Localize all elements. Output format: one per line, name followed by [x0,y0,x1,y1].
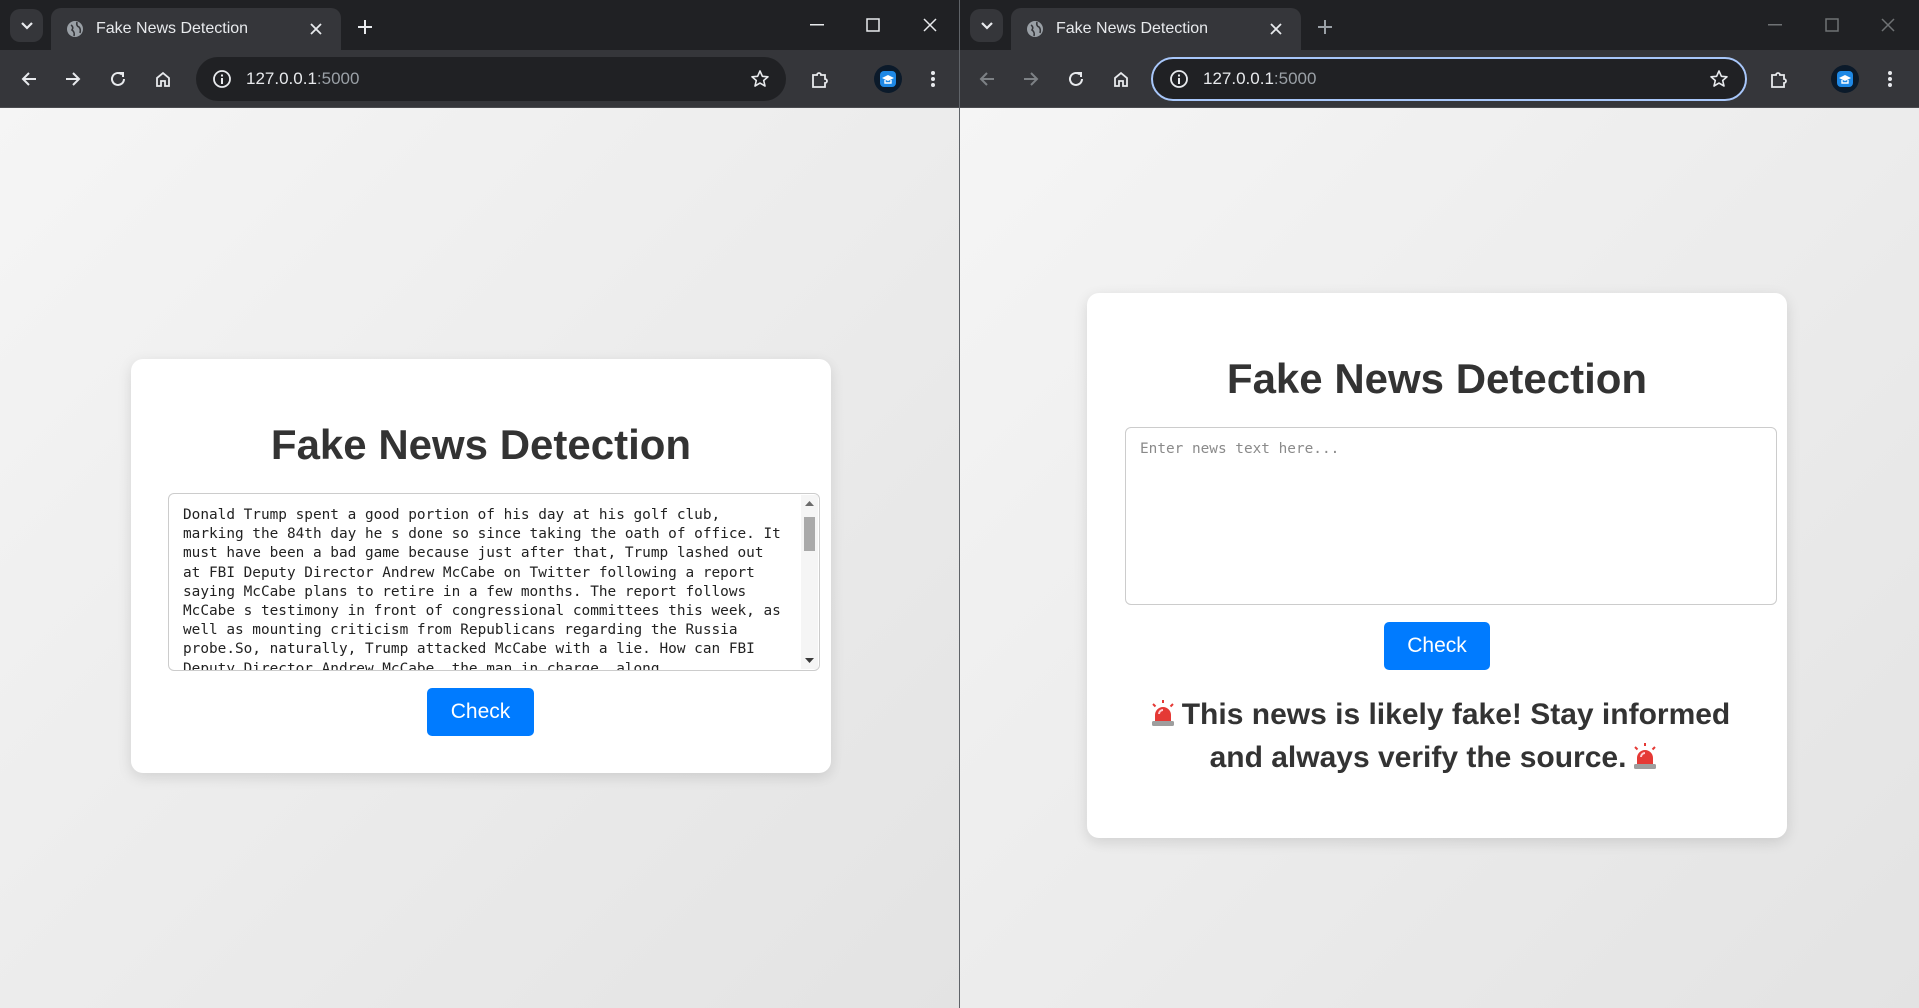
minimize-icon [1768,24,1782,26]
address-bar[interactable]: 127.0.0.1:5000 [196,57,786,101]
detection-card: Fake News Detection Donald Trump spent a… [131,359,831,773]
url-port: :5000 [316,69,360,88]
reload-icon [1069,71,1083,86]
info-icon[interactable] [202,59,242,99]
check-button[interactable]: Check [1384,622,1490,670]
textarea-scrollbar[interactable] [801,495,818,669]
close-icon[interactable] [1265,18,1287,40]
tab-search-button[interactable] [970,9,1003,42]
home-icon [156,71,170,87]
news-textarea[interactable]: Donald Trump spent a good portion of his… [168,493,820,671]
graduation-cap-icon [880,71,896,87]
arrow-right-icon [1024,72,1039,86]
reload-button[interactable] [1059,62,1093,96]
graduation-cap-icon [1837,71,1853,87]
tab-search-button[interactable] [10,9,43,42]
arrow-left-icon [21,72,36,86]
screen: Fake News Detection 127.0.0.1:5000 Fake … [0,0,1919,1008]
scroll-down-icon[interactable] [801,653,818,669]
forward-button[interactable] [56,62,90,96]
chevron-down-icon [980,21,993,30]
close-icon [1881,18,1895,32]
tab-active[interactable]: Fake News Detection [51,8,341,50]
url-text: 127.0.0.1:5000 [242,69,740,89]
minimize-button[interactable] [1753,8,1797,42]
maximize-button[interactable] [1810,8,1854,42]
browser-toolbar: 127.0.0.1:5000 [960,50,1919,108]
tab-title: Fake News Detection [96,20,249,37]
puzzle-icon [812,72,828,88]
back-button[interactable] [12,62,46,96]
minimize-icon [810,24,824,26]
globe-icon [65,20,84,39]
star-icon[interactable] [1699,59,1739,99]
url-host: 127.0.0.1 [1203,69,1274,88]
tab-active[interactable]: Fake News Detection [1011,8,1301,50]
maximize-button[interactable] [851,8,895,42]
url-host: 127.0.0.1 [246,69,317,88]
textarea-value: Donald Trump spent a good portion of his… [183,507,781,671]
page-title: Fake News Detection [270,421,692,468]
left-browser-window: Fake News Detection 127.0.0.1:5000 Fake … [0,0,959,1008]
extensions-button[interactable] [803,62,837,96]
tab-strip: Fake News Detection [0,0,959,50]
plus-icon [1318,20,1332,34]
globe-icon [1025,20,1044,39]
forward-button[interactable] [1014,62,1048,96]
new-tab-button[interactable] [1310,12,1340,42]
close-icon[interactable] [305,18,327,40]
siren-icon [1632,741,1658,781]
kebab-menu-icon [931,71,935,87]
maximize-icon [866,18,880,32]
menu-button[interactable] [916,62,950,96]
puzzle-icon [1771,72,1787,88]
check-button[interactable]: Check [427,688,534,736]
scrollbar-thumb[interactable] [804,517,815,551]
page-viewport: Fake News Detection Donald Trump spent a… [0,108,959,1008]
extensions-button[interactable] [1762,62,1796,96]
right-browser-window: Fake News Detection 127.0.0.1:5000 Fake … [960,0,1919,1008]
star-icon[interactable] [740,59,780,99]
arrow-right-icon [66,72,81,86]
profile-avatar[interactable] [1831,65,1859,93]
profile-avatar[interactable] [874,65,902,93]
close-window-button[interactable] [1866,8,1910,42]
browser-toolbar: 127.0.0.1:5000 [0,50,959,108]
home-button[interactable] [1104,62,1138,96]
page-title: Fake News Detection [1226,355,1648,402]
news-textarea[interactable] [1125,427,1777,605]
scroll-up-icon[interactable] [801,495,818,511]
result-message: This news is likely fake! Stay informed … [1127,695,1747,781]
maximize-icon [1825,18,1839,32]
home-icon [1114,71,1128,87]
siren-icon [1150,698,1176,738]
kebab-menu-icon [1888,71,1892,87]
tab-title: Fake News Detection [1056,20,1209,37]
close-icon [923,18,937,32]
chevron-down-icon [20,21,33,30]
minimize-button[interactable] [795,8,839,42]
page-viewport: Fake News Detection Check This news is l… [960,108,1919,1008]
new-tab-button[interactable] [350,12,380,42]
tab-strip: Fake News Detection [960,0,1919,50]
address-bar[interactable]: 127.0.0.1:5000 [1151,57,1747,101]
reload-button[interactable] [101,62,135,96]
info-icon[interactable] [1159,59,1199,99]
detection-card: Fake News Detection Check This news is l… [1087,293,1787,838]
arrow-left-icon [979,72,994,86]
reload-icon [111,71,125,86]
url-port: :5000 [1273,69,1317,88]
menu-button[interactable] [1873,62,1907,96]
plus-icon [358,20,372,34]
close-window-button[interactable] [908,8,952,42]
back-button[interactable] [970,62,1004,96]
home-button[interactable] [146,62,180,96]
url-text: 127.0.0.1:5000 [1199,69,1699,89]
